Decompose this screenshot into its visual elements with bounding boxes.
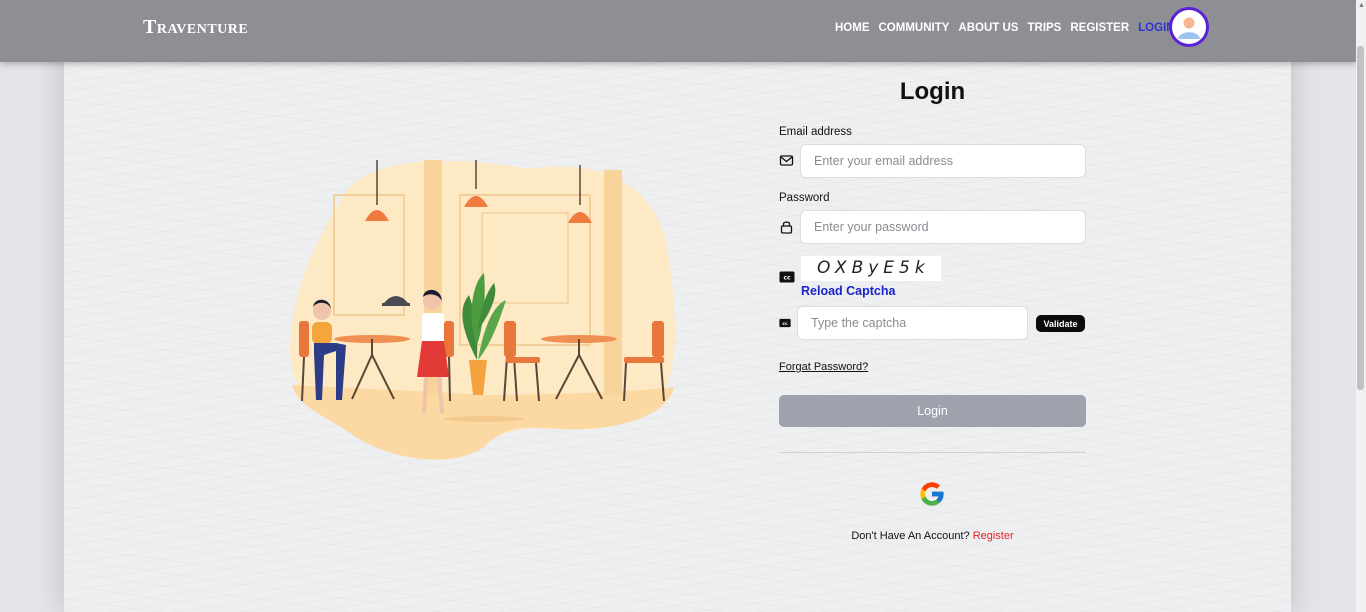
- user-avatar-icon: [1178, 17, 1200, 39]
- login-button[interactable]: Login: [779, 395, 1086, 427]
- svg-text:cc: cc: [783, 275, 791, 282]
- reload-captcha-link[interactable]: Reload Captcha: [801, 284, 895, 298]
- password-input[interactable]: [800, 210, 1086, 244]
- email-input[interactable]: [800, 144, 1086, 178]
- nav-community[interactable]: COMMUNITY: [879, 22, 950, 34]
- nav-register[interactable]: REGISTER: [1070, 22, 1129, 34]
- nav-trips[interactable]: TRIPS: [1027, 22, 1061, 34]
- envelope-icon: [779, 155, 794, 166]
- divider: [779, 452, 1086, 453]
- navbar: Traventure HOME COMMUNITY ABOUT US TRIPS…: [0, 0, 1356, 62]
- forgot-password-link[interactable]: Forgat Password?: [779, 361, 868, 373]
- scroll-up-icon[interactable]: ▲: [1358, 2, 1365, 9]
- svg-text:cc: cc: [782, 322, 788, 327]
- signup-prompt: Don't Have An Account? Register: [779, 530, 1086, 542]
- validate-captcha-button[interactable]: Validate: [1036, 315, 1085, 332]
- user-avatar[interactable]: [1169, 7, 1209, 47]
- password-label: Password: [779, 192, 830, 204]
- captcha-input[interactable]: [797, 306, 1028, 340]
- login-title: Login: [899, 78, 966, 105]
- restaurant-illustration: [290, 160, 675, 460]
- lock-icon: [780, 221, 793, 234]
- cc-icon: cc: [779, 318, 791, 328]
- nav-about-us[interactable]: ABOUT US: [958, 22, 1018, 34]
- scrollbar-thumb[interactable]: [1357, 46, 1364, 390]
- captcha-image: OXByE5k: [801, 256, 941, 281]
- nav-home[interactable]: HOME: [835, 22, 870, 34]
- brand-logo[interactable]: Traventure: [143, 16, 248, 39]
- register-link[interactable]: Register: [973, 530, 1014, 542]
- cc-icon: cc: [779, 271, 795, 283]
- nav-links: HOME COMMUNITY ABOUT US TRIPS REGISTER L…: [835, 22, 1175, 34]
- signup-prompt-text: Don't Have An Account?: [851, 530, 970, 542]
- google-icon[interactable]: [918, 480, 946, 508]
- email-label: Email address: [779, 126, 852, 138]
